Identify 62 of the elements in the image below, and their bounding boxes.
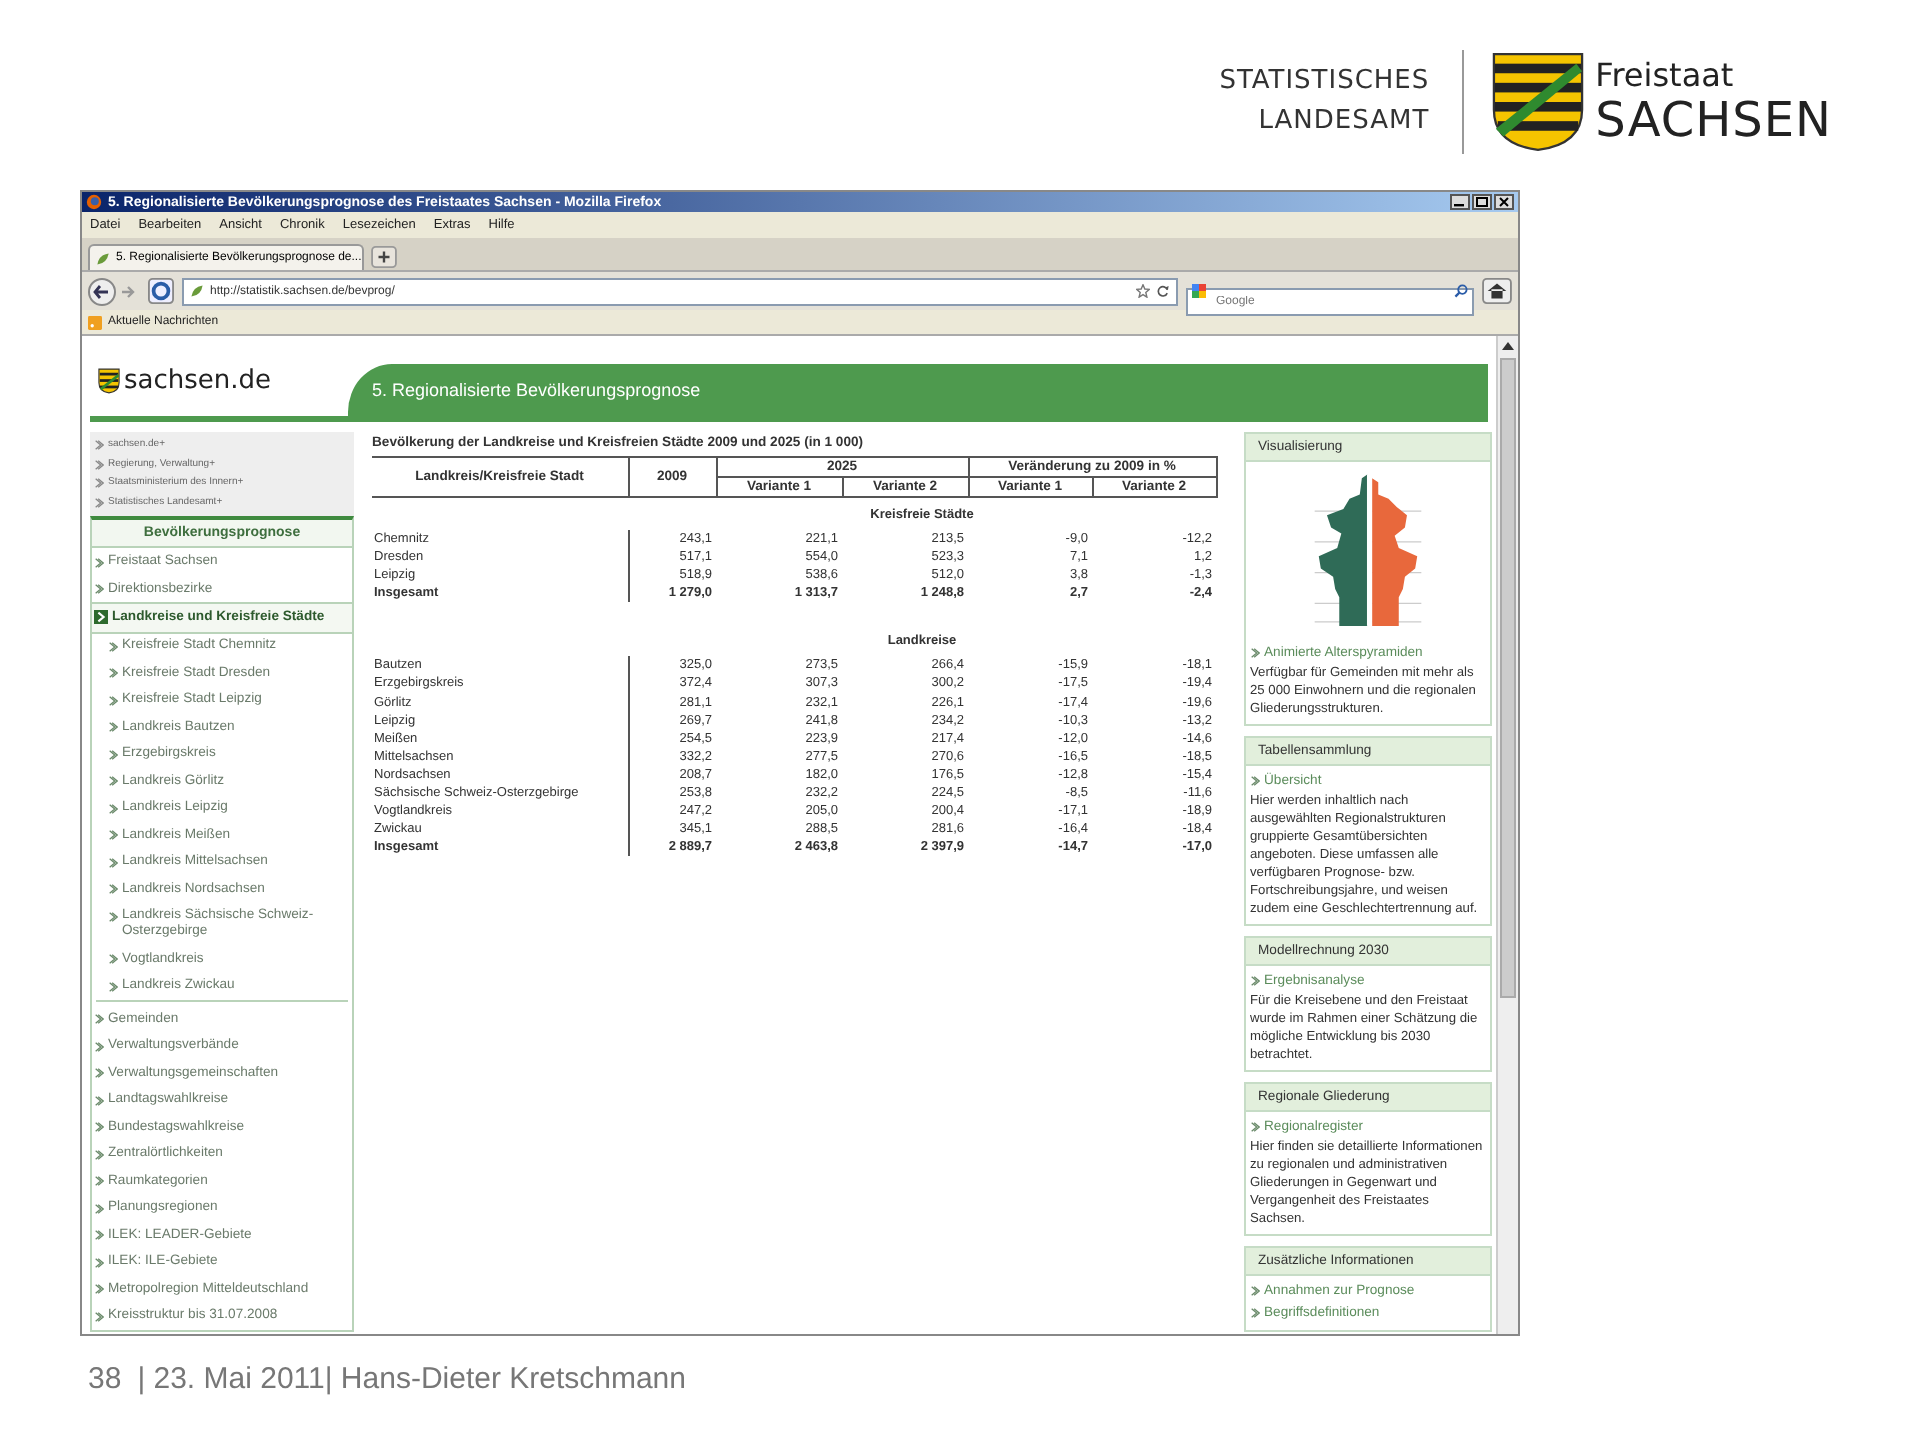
chevron-icon xyxy=(108,695,118,706)
chevron-icon xyxy=(108,776,118,787)
chevron-icon xyxy=(108,722,118,733)
chevron-icon xyxy=(94,1311,104,1322)
chevron-icon xyxy=(94,1014,104,1025)
star-icon[interactable] xyxy=(1136,284,1150,298)
coat-of-arms-icon xyxy=(98,367,120,393)
chevron-icon xyxy=(1250,976,1260,986)
chevron-icon xyxy=(94,557,104,567)
chevron-icon xyxy=(94,478,104,489)
chevron-icon xyxy=(108,641,118,652)
chevron-icon xyxy=(94,1095,104,1106)
office-name: STATISTISCHES LANDESAMT xyxy=(1219,63,1430,139)
chevron-icon xyxy=(108,857,118,868)
chevron-icon xyxy=(1250,1308,1260,1318)
chevron-icon xyxy=(94,1122,104,1133)
leaf-icon xyxy=(190,284,204,298)
chevron-icon xyxy=(94,1203,104,1214)
footer-text: | 23. Mai 2011| Hans-Dieter Kretschmann xyxy=(137,1361,686,1395)
page-banner: 5. Regionalisierte Bevölkerungsprognose xyxy=(348,364,1488,416)
close-icon[interactable] xyxy=(1494,194,1514,210)
up-arrow-icon[interactable] xyxy=(1500,338,1516,354)
scrollbar[interactable] xyxy=(1496,336,1518,1334)
chevron-icon xyxy=(1250,1286,1260,1296)
maximize-icon[interactable] xyxy=(1472,194,1492,210)
search-icon[interactable] xyxy=(1454,284,1468,298)
chevron-icon xyxy=(1250,776,1260,786)
chevron-icon xyxy=(108,954,118,965)
page-number: 38 xyxy=(88,1361,122,1395)
coat-of-arms-icon xyxy=(1491,51,1584,151)
feed-icon xyxy=(88,315,102,329)
leaf-icon xyxy=(96,251,110,265)
chevron-icon xyxy=(94,610,108,624)
chevron-icon xyxy=(1250,648,1260,658)
s-logo-icon[interactable] xyxy=(148,278,174,304)
chevron-icon xyxy=(94,1041,104,1052)
chevron-icon xyxy=(108,749,118,760)
chevron-icon xyxy=(94,459,104,470)
chevron-icon xyxy=(94,1149,104,1160)
chevron-icon xyxy=(94,1176,104,1187)
chevron-icon xyxy=(108,911,118,922)
chevron-icon xyxy=(108,884,118,895)
chevron-icon xyxy=(94,1284,104,1295)
chevron-icon xyxy=(94,497,104,508)
chevron-icon xyxy=(108,981,118,992)
chevron-icon xyxy=(94,1257,104,1268)
reload-icon[interactable] xyxy=(1156,284,1170,298)
browser-icon xyxy=(86,194,102,210)
chevron-icon xyxy=(94,584,104,594)
minimize-icon[interactable] xyxy=(1450,194,1470,210)
chevron-icon xyxy=(1250,1122,1260,1132)
chevron-icon xyxy=(108,668,118,679)
plus-icon[interactable] xyxy=(370,246,398,268)
home-icon[interactable] xyxy=(1482,278,1512,304)
site-logo[interactable]: sachsen.de xyxy=(90,344,348,416)
chevron-icon xyxy=(108,803,118,814)
chevron-icon xyxy=(94,1230,104,1241)
state-name: Freistaat SACHSEN xyxy=(1595,57,1832,145)
chevron-icon xyxy=(94,1068,104,1079)
back-icon[interactable] xyxy=(88,277,140,305)
chevron-icon xyxy=(94,440,104,451)
chevron-icon xyxy=(108,830,118,841)
